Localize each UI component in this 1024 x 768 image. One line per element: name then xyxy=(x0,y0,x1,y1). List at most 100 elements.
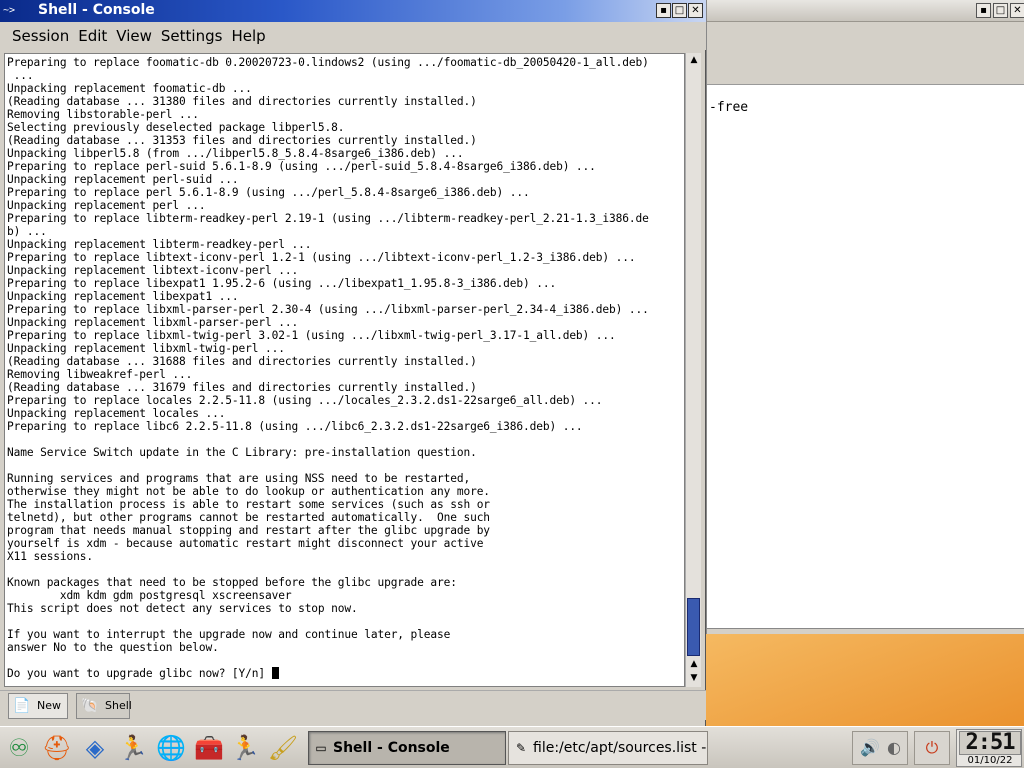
terminal-line: Preparing to replace libxml-twig-perl 3.… xyxy=(7,329,616,342)
terminal-line: Preparing to replace perl-suid 5.6.1-8.9… xyxy=(7,160,596,173)
vertical-scrollbar[interactable]: ▲ ▲ ▼ xyxy=(685,53,701,687)
clock-date: 01/10/22 xyxy=(967,755,1013,766)
brush-icon[interactable]: 🖌 xyxy=(266,731,300,765)
power-icon[interactable]: ⏻ xyxy=(921,737,943,759)
background-window-toolbar xyxy=(707,23,1024,83)
scroll-down-arrow-icon[interactable]: ▼ xyxy=(687,672,701,685)
terminal-line: otherwise they might not be able to do l… xyxy=(7,485,490,498)
task-label: Shell - Console xyxy=(333,740,450,756)
system-tray: 🔊 ◐ xyxy=(852,731,908,765)
terminal-line: (Reading database ... 31353 files and di… xyxy=(7,134,477,147)
minimize-button[interactable]: ▪ xyxy=(656,3,671,18)
terminal-line: Unpacking replacement libxml-twig-perl .… xyxy=(7,342,285,355)
close-button[interactable]: ✕ xyxy=(1010,3,1024,18)
terminal-line: Preparing to replace libtext-iconv-perl … xyxy=(7,251,636,264)
taskbar: ♾ ⛑ ◈ 🏃 🌐 🧰 🏃 🖌 ▭ Shell - Console ✎ file… xyxy=(0,726,1024,768)
terminal-icon: ▭ xyxy=(315,741,327,755)
terminal-line: Preparing to replace libexpat1 1.95.2-6 … xyxy=(7,277,557,290)
task-label: file:/etc/apt/sources.list - T xyxy=(533,740,708,756)
speaker-icon[interactable]: 🔊 xyxy=(859,737,881,759)
text-editor-area[interactable]: -free xyxy=(707,84,1024,628)
lifebuoy-help-icon[interactable]: ⛑ xyxy=(40,731,74,765)
menu-edit[interactable]: Edit xyxy=(69,22,107,50)
terminal-line: Unpacking replacement foomatic-db ... xyxy=(7,82,252,95)
terminal-line: Unpacking replacement locales ... xyxy=(7,407,226,420)
new-session-button[interactable]: 📄 New xyxy=(8,693,68,719)
close-button[interactable]: ✕ xyxy=(688,3,703,18)
session-tab-label: Shell xyxy=(105,699,132,712)
background-editor-window[interactable]: ▪ □ ✕ -free xyxy=(706,0,1024,634)
terminal-line: answer No to the question below. xyxy=(7,641,219,654)
terminal-output[interactable]: Preparing to replace foomatic-db 0.20020… xyxy=(4,53,685,687)
document-icon: ✎ xyxy=(515,741,527,755)
terminal-line: Preparing to replace libterm-readkey-per… xyxy=(7,212,649,225)
terminal-line: This script does not detect any services… xyxy=(7,602,358,615)
terminal-line: Preparing to replace perl 5.6.1-8.9 (usi… xyxy=(7,186,530,199)
terminal-line: yourself is xdm - because automatic rest… xyxy=(7,537,484,550)
konsole-titlebar[interactable]: ~> Shell - Console ▪ □ ✕ xyxy=(0,0,706,22)
terminal-line: Unpacking replacement libterm-readkey-pe… xyxy=(7,238,312,251)
terminal-app-icon[interactable]: ~> xyxy=(3,4,33,18)
menu-session[interactable]: Session xyxy=(0,22,69,50)
terminal-line: Removing libweakref-perl ... xyxy=(7,368,193,381)
terminal-line: Unpacking replacement libexpat1 ... xyxy=(7,290,239,303)
terminal-line: xdm kdm gdm postgresql xscreensaver xyxy=(7,589,292,602)
menu-help[interactable]: Help xyxy=(222,22,265,50)
terminal-line: Unpacking replacement perl-suid ... xyxy=(7,173,239,186)
scroll-up-arrow-icon[interactable]: ▲ xyxy=(687,658,701,671)
scroll-up-arrow-icon[interactable]: ▲ xyxy=(687,54,701,67)
task-konsole[interactable]: ▭ Shell - Console xyxy=(308,731,506,765)
terminal-line: The installation process is able to rest… xyxy=(7,498,490,511)
terminal-line: (Reading database ... 31688 files and di… xyxy=(7,355,477,368)
terminal-line: (Reading database ... 31679 files and di… xyxy=(7,381,477,394)
minimize-button[interactable]: ▪ xyxy=(976,3,991,18)
terminal-line: If you want to interrupt the upgrade now… xyxy=(7,628,451,641)
globe-browser-icon[interactable]: 🌐 xyxy=(154,731,188,765)
background-window-statusbar xyxy=(707,628,1024,634)
desktop: ▪ □ ✕ -free ~> Shell - Console ▪ □ ✕ Ses… xyxy=(0,0,1024,768)
maximize-button[interactable]: □ xyxy=(672,3,687,18)
shell-icon: 🐚 xyxy=(81,698,99,714)
terminal-line: telnetd), but other programs cannot be r… xyxy=(7,511,490,524)
terminal-line: Known packages that need to be stopped b… xyxy=(7,576,457,589)
terminal-line: Preparing to replace locales 2.2.5-11.8 … xyxy=(7,394,603,407)
package-cube-icon[interactable]: ◈ xyxy=(78,731,112,765)
clock[interactable]: 2:51 01/10/22 xyxy=(956,729,1022,767)
window-title: Shell - Console xyxy=(38,2,155,18)
terminal-line: Preparing to replace foomatic-db 0.20020… xyxy=(7,56,649,69)
konsole-window[interactable]: ~> Shell - Console ▪ □ ✕ Session Edit View… xyxy=(0,0,706,726)
terminal-cursor xyxy=(271,667,279,679)
new-session-icon: 📄 xyxy=(13,698,31,714)
terminal-line: Selecting previously deselected package … xyxy=(7,121,345,134)
network-figure-icon[interactable]: 🏃 xyxy=(228,731,262,765)
terminal-line: program that needs manual stopping and r… xyxy=(7,524,490,537)
terminal-text: Preparing to replace foomatic-db 0.20020… xyxy=(7,56,649,680)
network-status-icon[interactable]: ◐ xyxy=(883,737,905,759)
menu-settings[interactable]: Settings xyxy=(152,22,223,50)
terminal-line: b) ... xyxy=(7,225,47,238)
terminal-line: Unpacking libperl5.8 (from .../libperl5.… xyxy=(7,147,464,160)
maximize-button[interactable]: □ xyxy=(993,3,1008,18)
power-applet: ⏻ xyxy=(914,731,950,765)
terminal-line: (Reading database ... 31380 files and di… xyxy=(7,95,477,108)
menu-view[interactable]: View xyxy=(107,22,152,50)
toolbox-icon[interactable]: 🧰 xyxy=(192,731,226,765)
terminal-line: Do you want to upgrade glibc now? [Y/n] xyxy=(7,667,649,680)
session-tab-shell[interactable]: 🐚 Shell xyxy=(76,693,132,719)
scrollbar-thumb[interactable] xyxy=(687,598,700,656)
terminal-line: Unpacking replacement libxml-parser-perl… xyxy=(7,316,299,329)
terminal-line: Unpacking replacement libtext-iconv-perl… xyxy=(7,264,299,277)
runner-icon[interactable]: 🏃 xyxy=(116,731,150,765)
kde-menu-icon[interactable]: ♾ xyxy=(2,731,36,765)
terminal-line: Removing libstorable-perl ... xyxy=(7,108,199,121)
terminal-line: X11 sessions. xyxy=(7,550,94,563)
background-window-titlebar[interactable]: ▪ □ ✕ xyxy=(707,0,1024,22)
task-sources-list[interactable]: ✎ file:/etc/apt/sources.list - T xyxy=(508,731,708,765)
terminal-line: Unpacking replacement perl ... xyxy=(7,199,206,212)
terminal-line: Preparing to replace libc6 2.2.5-11.8 (u… xyxy=(7,420,583,433)
terminal-line: Preparing to replace libxml-parser-perl … xyxy=(7,303,649,316)
